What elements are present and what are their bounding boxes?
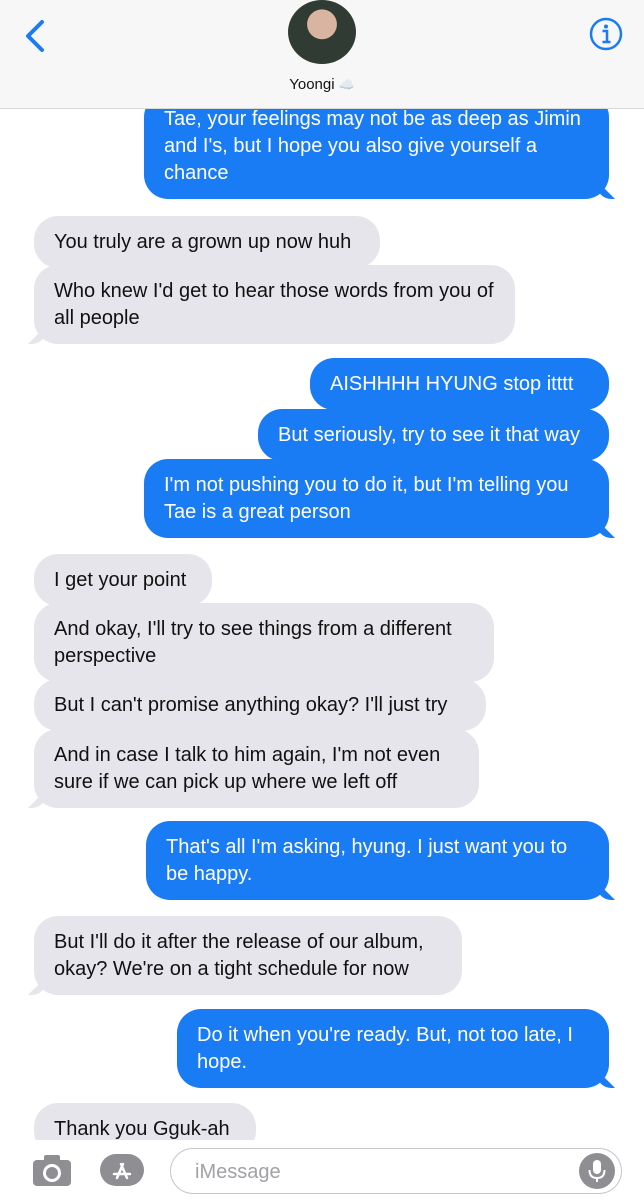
message-bubble-outgoing[interactable]: I'm not pushing you to do it, but I'm te… <box>144 459 609 538</box>
message-text: That's all I'm asking, hyung. I just wan… <box>166 836 568 885</box>
message-text: And in case I talk to him again, I'm not… <box>54 744 441 793</box>
microphone-icon <box>588 1160 606 1182</box>
message-bubble-incoming[interactable]: And okay, I'll try to see things from a … <box>34 603 494 682</box>
message-text: But seriously, try to see it that way <box>278 424 580 446</box>
message-bubble-incoming[interactable]: I get your point <box>34 554 212 606</box>
message-text: Thank you Gguk-ah <box>54 1118 230 1140</box>
conversation-header: Yoongi ☁️ <box>0 0 644 109</box>
back-button[interactable] <box>18 16 54 56</box>
message-bubble-outgoing[interactable]: AISHHHH HYUNG stop itttt <box>310 358 609 410</box>
message-text: But I can't promise anything okay? I'll … <box>54 694 448 716</box>
message-input-container <box>170 1148 622 1194</box>
message-text: Who knew I'd get to hear those words fro… <box>54 280 494 329</box>
message-text: I'm not pushing you to do it, but I'm te… <box>164 474 569 523</box>
app-store-icon <box>100 1154 144 1186</box>
contact-name-label: Yoongi <box>289 76 335 93</box>
message-text: You truly are a grown up now huh <box>54 231 352 253</box>
message-bubble-incoming[interactable]: You truly are a grown up now huh <box>34 216 380 268</box>
message-thread: Tae, your feelings may not be as deep as… <box>0 0 644 1200</box>
camera-button[interactable] <box>30 1152 74 1188</box>
message-bubble-incoming[interactable]: And in case I talk to him again, I'm not… <box>34 729 479 808</box>
microphone-button[interactable] <box>579 1153 615 1189</box>
cloud-emoji: ☁️ <box>338 77 355 92</box>
message-bubble-outgoing[interactable]: Do it when you're ready. But, not too la… <box>177 1009 609 1088</box>
message-text: I get your point <box>54 569 187 591</box>
message-bubble-incoming[interactable]: But I'll do it after the release of our … <box>34 916 462 995</box>
message-bubble-incoming[interactable]: Who knew I'd get to hear those words fro… <box>34 265 515 344</box>
info-button[interactable] <box>588 16 624 52</box>
message-text: And okay, I'll try to see things from a … <box>54 618 452 667</box>
camera-icon <box>33 1155 71 1186</box>
message-bubble-incoming[interactable]: But I can't promise anything okay? I'll … <box>34 679 486 731</box>
contact-name[interactable]: Yoongi ☁️ <box>0 76 644 93</box>
app-store-button[interactable] <box>98 1150 146 1190</box>
message-bubble-outgoing[interactable]: But seriously, try to see it that way <box>258 409 609 461</box>
avatar[interactable] <box>288 0 356 64</box>
message-text: Do it when you're ready. But, not too la… <box>197 1024 573 1073</box>
message-bubble-outgoing[interactable]: That's all I'm asking, hyung. I just wan… <box>146 821 609 900</box>
info-icon <box>589 17 623 51</box>
message-text: But I'll do it after the release of our … <box>54 931 424 980</box>
chevron-left-icon <box>26 20 44 52</box>
message-text: AISHHHH HYUNG stop itttt <box>330 373 574 395</box>
message-text: Tae, your feelings may not be as deep as… <box>164 108 581 184</box>
message-input[interactable] <box>193 1156 577 1188</box>
